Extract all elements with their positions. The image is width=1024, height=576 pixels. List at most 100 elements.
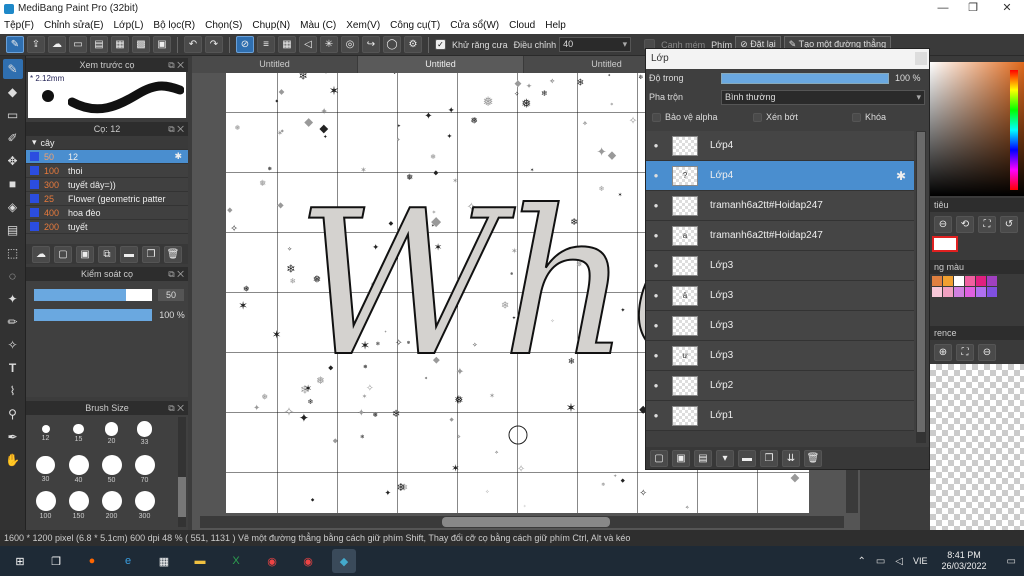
layer-visibility-icon[interactable]: ● bbox=[646, 231, 666, 240]
curve-snap-icon[interactable]: ↪ bbox=[362, 36, 380, 53]
excel-icon[interactable]: X bbox=[224, 549, 248, 573]
hand-tool-icon[interactable]: ✋ bbox=[3, 450, 23, 470]
dot-tool-icon[interactable]: ✐ bbox=[3, 128, 23, 148]
palette-swatch[interactable] bbox=[954, 287, 964, 297]
zoom-in-icon[interactable]: ⊕ bbox=[934, 344, 952, 361]
panel-icon[interactable]: ▣ bbox=[153, 36, 171, 53]
brush-size-preset[interactable]: 40 bbox=[63, 453, 94, 487]
menu-item[interactable]: Công cụ(T) bbox=[390, 20, 440, 31]
volume-icon[interactable]: ◁ bbox=[895, 556, 903, 567]
panel-close-icon[interactable]: ⧉ ✕ bbox=[168, 401, 184, 415]
task-view-icon[interactable]: ❐ bbox=[44, 549, 68, 573]
zoom-out-icon[interactable]: ⊖ bbox=[934, 216, 952, 233]
redo-icon[interactable]: ↷ bbox=[205, 36, 223, 53]
add-brush-icon[interactable]: ▣ bbox=[76, 246, 94, 263]
layer-visibility-icon[interactable]: ● bbox=[646, 201, 666, 210]
select-pen-tool-icon[interactable]: ✏ bbox=[3, 312, 23, 332]
palette-swatch[interactable] bbox=[943, 287, 953, 297]
layer-scrollbar[interactable] bbox=[916, 131, 926, 443]
move-tool-icon[interactable]: ✥ bbox=[3, 151, 23, 171]
menu-item[interactable]: Chọn(S) bbox=[205, 20, 242, 31]
ellipse-snap-icon[interactable]: ◯ bbox=[383, 36, 401, 53]
brush-size-preset[interactable]: 300 bbox=[129, 489, 160, 523]
delete-layer-icon[interactable]: 🗑 bbox=[804, 450, 822, 467]
layer-row[interactable]: ● ả Lớp3 bbox=[646, 281, 914, 311]
layer-visibility-icon[interactable]: ● bbox=[646, 291, 666, 300]
panel-close-icon[interactable]: ⧉ ✕ bbox=[168, 267, 184, 281]
layer-visibility-icon[interactable]: ● bbox=[646, 261, 666, 270]
panel-close-icon[interactable]: ⧉ ✕ bbox=[168, 58, 184, 72]
adjust-select[interactable]: 40 ▾ bbox=[559, 37, 632, 52]
brush-item[interactable]: 50 12 ✱ bbox=[26, 150, 188, 164]
maximize-button[interactable]: ❐ bbox=[958, 0, 988, 17]
fill-rect-tool-icon[interactable]: ■ bbox=[3, 174, 23, 194]
brush-size-preset[interactable]: 50 bbox=[96, 453, 127, 487]
reference-area[interactable] bbox=[930, 364, 1024, 530]
palette-swatch[interactable] bbox=[976, 276, 986, 286]
merge-layer-icon[interactable]: ⇊ bbox=[782, 450, 800, 467]
menu-item[interactable]: Chụp(N) bbox=[252, 20, 290, 31]
windows-start-icon[interactable]: ⊞ bbox=[8, 549, 32, 573]
new-layer-icon[interactable]: ▢ bbox=[650, 450, 668, 467]
brush-size-preset[interactable]: 100 bbox=[30, 489, 61, 523]
rotate-icon[interactable]: ⟲ bbox=[956, 216, 974, 233]
layer-row[interactable]: ● Lớp3 bbox=[646, 311, 914, 341]
circle-snap-icon[interactable]: ◎ bbox=[341, 36, 359, 53]
store-icon[interactable]: ▦ bbox=[152, 549, 176, 573]
brush-item[interactable]: 25 Flower (geometric patter bbox=[26, 192, 188, 206]
layout-icon[interactable]: ▦ bbox=[111, 36, 129, 53]
parallel-snap-icon[interactable]: ≡ bbox=[257, 36, 275, 53]
layer-window-close[interactable] bbox=[915, 52, 927, 65]
panel-close-icon[interactable]: ⧉ ✕ bbox=[168, 122, 184, 136]
layer-opacity-slider[interactable] bbox=[721, 72, 889, 84]
palette-swatch[interactable] bbox=[987, 276, 997, 286]
menu-item[interactable]: Lớp(L) bbox=[114, 20, 144, 31]
select-eraser-tool-icon[interactable]: ✧ bbox=[3, 335, 23, 355]
brush-item[interactable]: 100 thoi bbox=[26, 164, 188, 178]
file-explorer-icon[interactable]: ▬ bbox=[188, 549, 212, 573]
palette-swatch[interactable] bbox=[987, 287, 997, 297]
bucket-tool-icon[interactable]: ◈ bbox=[3, 197, 23, 217]
brush-group[interactable]: ▾ cây bbox=[26, 136, 188, 150]
opacity-slider[interactable] bbox=[34, 309, 152, 321]
palette-swatch[interactable] bbox=[943, 276, 953, 286]
layer-visibility-icon[interactable]: ● bbox=[646, 321, 666, 330]
eyedropper-tool-icon[interactable]: ⚲ bbox=[3, 404, 23, 424]
palette-swatch[interactable] bbox=[965, 287, 975, 297]
layer-visibility-icon[interactable]: ● bbox=[646, 381, 666, 390]
layer-row[interactable]: ● Lớp4 bbox=[646, 131, 914, 161]
add-layer-dropdown-icon[interactable]: ▾ bbox=[716, 450, 734, 467]
radial-snap-icon[interactable]: ✳ bbox=[320, 36, 338, 53]
firefox-icon[interactable]: ● bbox=[80, 549, 104, 573]
document-tab[interactable]: Untitled bbox=[192, 56, 358, 73]
layer-row[interactable]: ● a tramanh6a2tt#Hoidap247 bbox=[646, 221, 914, 251]
brush-item[interactable]: 200 tuyết bbox=[26, 220, 188, 234]
brush-mode-icon[interactable]: ✎ bbox=[6, 36, 24, 53]
menu-item[interactable]: Bộ lọc(R) bbox=[153, 20, 195, 31]
blend-select[interactable]: Bình thường ▾ bbox=[721, 89, 925, 105]
layer-row[interactable]: ● tramanh6a2tt#Hoidap247 bbox=[646, 191, 914, 221]
chrome-icon[interactable]: ◉ bbox=[260, 549, 284, 573]
medibang-taskbar-icon[interactable]: ◆ bbox=[332, 549, 356, 573]
select-tool-icon[interactable]: ⬚ bbox=[3, 243, 23, 263]
menu-item[interactable]: Xem(V) bbox=[346, 20, 380, 31]
brush-tool-icon[interactable]: ✎ bbox=[2, 59, 23, 79]
duplicate-brush-icon[interactable]: ❐ bbox=[142, 246, 160, 263]
protect-alpha-checkbox[interactable] bbox=[652, 112, 661, 122]
palette-swatch[interactable] bbox=[932, 287, 942, 297]
size-value[interactable]: 50 bbox=[158, 289, 184, 301]
new-folder-icon[interactable]: ▬ bbox=[738, 450, 756, 467]
language-indicator[interactable]: VIE bbox=[913, 556, 928, 566]
brush-item[interactable]: 400 hoa đèo bbox=[26, 206, 188, 220]
palette-swatch[interactable] bbox=[954, 276, 964, 286]
folder-brush-icon[interactable]: ▬ bbox=[120, 246, 138, 263]
network-icon[interactable]: ▭ bbox=[876, 556, 885, 567]
page-icon[interactable]: ▤ bbox=[90, 36, 108, 53]
brush-size-preset[interactable]: 200 bbox=[96, 489, 127, 523]
divide-tool-icon[interactable]: ⌇ bbox=[3, 381, 23, 401]
layer-visibility-icon[interactable]: ● bbox=[646, 351, 666, 360]
duplicate-layer-icon[interactable]: ❐ bbox=[760, 450, 778, 467]
brush-size-preset[interactable]: 70 bbox=[129, 453, 160, 487]
menu-item[interactable]: Cloud bbox=[509, 20, 535, 31]
new-8bit-layer-icon[interactable]: ▤ bbox=[694, 450, 712, 467]
